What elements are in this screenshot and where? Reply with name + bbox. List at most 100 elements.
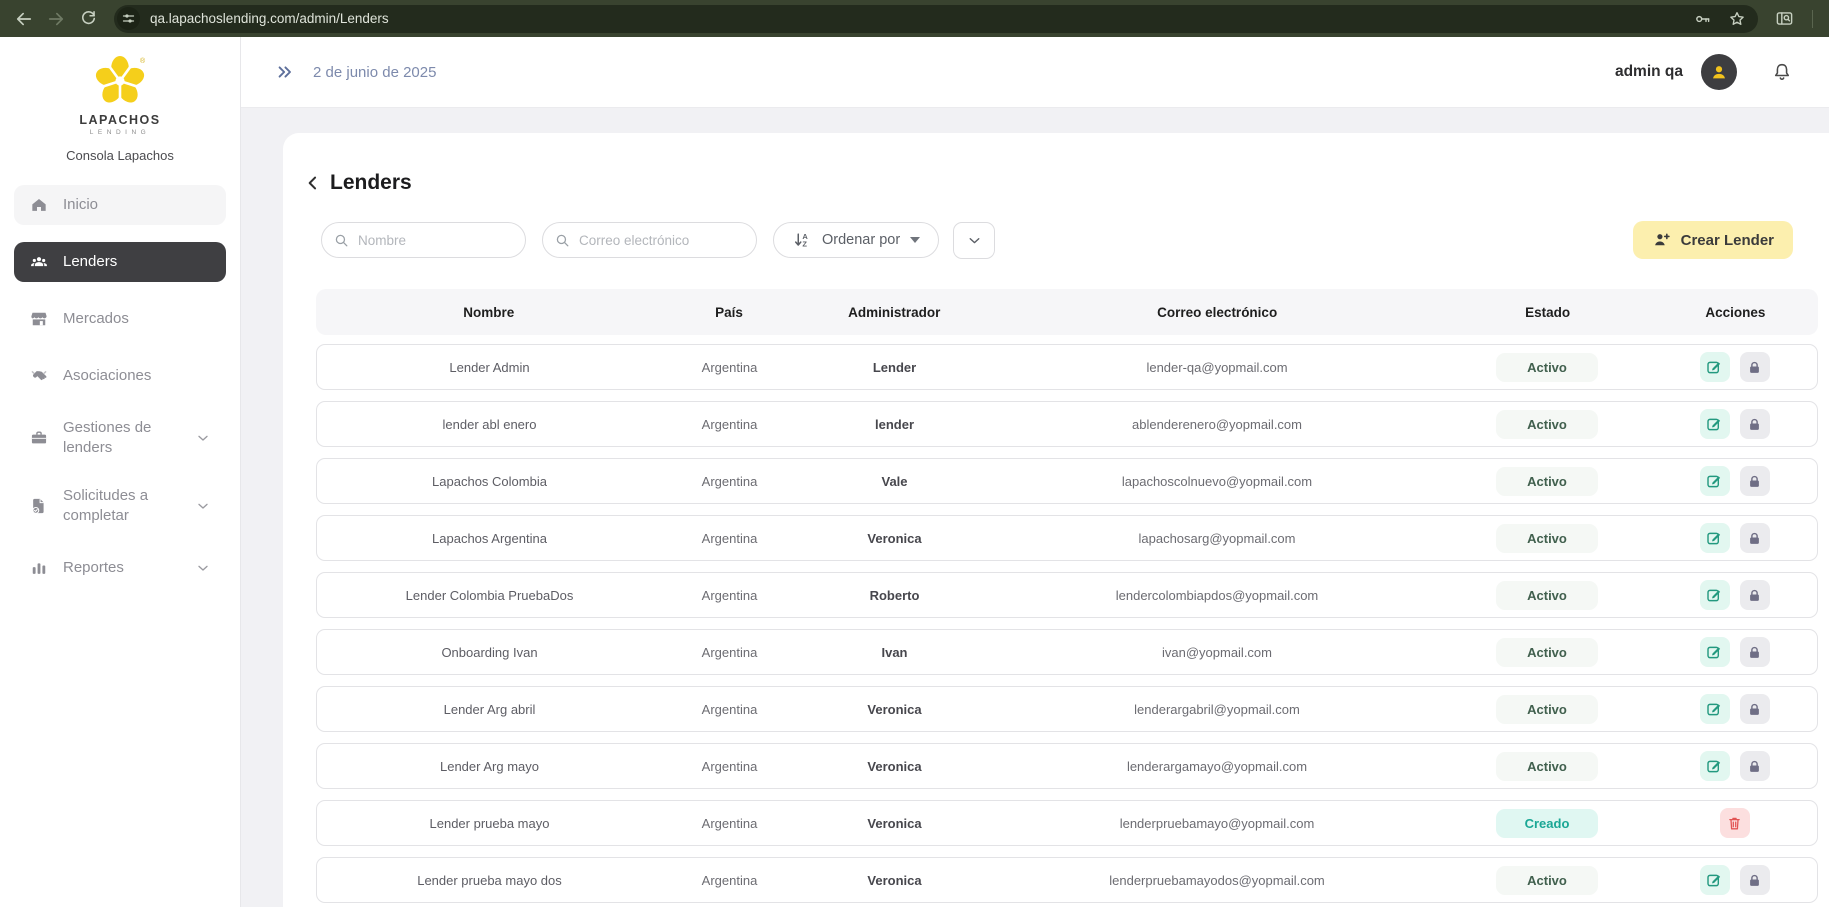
- actions-cell: [1652, 865, 1817, 895]
- column-header-nombre: Nombre: [316, 305, 661, 320]
- sidebar-item-label: Inicio: [63, 195, 211, 215]
- actions-cell: [1652, 523, 1817, 553]
- edit-button[interactable]: [1700, 523, 1730, 553]
- password-key-icon[interactable]: [1694, 10, 1712, 28]
- filters-row: AZ Ordenar por Crear Lender: [321, 221, 1793, 259]
- email-cell: lendercolombiapdos@yopmail.com: [992, 588, 1442, 603]
- actions-cell: [1652, 580, 1817, 610]
- sidebar-item-inicio[interactable]: Inicio: [14, 185, 226, 225]
- administrator-cell: Lender: [797, 360, 992, 375]
- lender-name-cell: Lapachos Colombia: [317, 474, 662, 489]
- lock-icon: [1746, 530, 1763, 547]
- lock-button[interactable]: [1740, 352, 1770, 382]
- sort-by-button[interactable]: AZ Ordenar por: [773, 222, 939, 258]
- bookmark-star-icon[interactable]: [1728, 10, 1746, 28]
- edit-button[interactable]: [1700, 637, 1730, 667]
- sidebar-item-solicitudes-a-completar[interactable]: Solicitudes a completar: [14, 481, 226, 532]
- lock-button[interactable]: [1740, 694, 1770, 724]
- sort-az-icon: AZ: [792, 230, 812, 250]
- country-cell: Argentina: [662, 759, 797, 774]
- chevron-down-icon: [195, 498, 211, 514]
- sidebar-item-asociaciones[interactable]: Asociaciones: [14, 356, 226, 396]
- user-name: admin qa: [1615, 63, 1683, 81]
- status-badge: Activo: [1496, 638, 1598, 667]
- lock-button[interactable]: [1740, 466, 1770, 496]
- actions-cell: [1652, 751, 1817, 781]
- side-panel-search-icon[interactable]: [1770, 5, 1798, 33]
- site-settings-icon[interactable]: [117, 7, 140, 30]
- name-search-input[interactable]: [321, 222, 526, 258]
- create-lender-button[interactable]: Crear Lender: [1633, 221, 1793, 259]
- edit-icon: [1705, 700, 1724, 719]
- email-search-input[interactable]: [542, 222, 757, 258]
- edit-button[interactable]: [1700, 409, 1730, 439]
- edit-button[interactable]: [1700, 865, 1730, 895]
- status-badge: Activo: [1496, 581, 1598, 610]
- lapachos-flower-icon: ®: [90, 51, 150, 111]
- users-icon: [29, 252, 49, 272]
- lock-button[interactable]: [1740, 580, 1770, 610]
- person-icon: [1708, 61, 1730, 83]
- table-row: Lapachos ArgentinaArgentinaVeronicalapac…: [316, 515, 1818, 561]
- back-chevron-icon[interactable]: [303, 173, 323, 193]
- status-badge: Creado: [1496, 809, 1598, 838]
- lender-name-cell: Lender Colombia PruebaDos: [317, 588, 662, 603]
- status-cell: Activo: [1442, 410, 1652, 439]
- status-cell: Activo: [1442, 866, 1652, 895]
- sidebar-item-lenders[interactable]: Lenders: [14, 242, 226, 282]
- caret-down-icon: [910, 237, 920, 243]
- lock-icon: [1746, 872, 1763, 889]
- table-row: Lender Arg abrilArgentinaVeronicalendera…: [316, 686, 1818, 732]
- forward-icon[interactable]: [42, 5, 70, 33]
- delete-button[interactable]: [1720, 808, 1750, 838]
- edit-icon: [1705, 757, 1724, 776]
- edit-icon: [1705, 358, 1724, 377]
- edit-button[interactable]: [1700, 466, 1730, 496]
- status-cell: Activo: [1442, 524, 1652, 553]
- country-cell: Argentina: [662, 360, 797, 375]
- person-plus-icon: [1652, 230, 1672, 250]
- sidebar-item-reportes[interactable]: Reportes: [14, 548, 226, 588]
- sidebar-collapse-icon[interactable]: [275, 62, 295, 82]
- back-icon[interactable]: [10, 5, 38, 33]
- edit-button[interactable]: [1700, 694, 1730, 724]
- status-badge: Activo: [1496, 353, 1598, 382]
- column-header-correo-electronico: Correo electrónico: [992, 305, 1443, 320]
- edit-icon: [1705, 472, 1724, 491]
- edit-icon: [1705, 586, 1724, 605]
- lock-button[interactable]: [1740, 523, 1770, 553]
- page-title: Lenders: [330, 171, 412, 195]
- sidebar-item-gestiones-de-lenders[interactable]: Gestiones de lenders: [14, 413, 226, 464]
- email-cell: lenderpruebamayodos@yopmail.com: [992, 873, 1442, 888]
- country-cell: Argentina: [662, 588, 797, 603]
- lock-icon: [1746, 701, 1763, 718]
- handshake-icon: [29, 366, 49, 386]
- lock-button[interactable]: [1740, 865, 1770, 895]
- status-badge: Activo: [1496, 524, 1598, 553]
- trash-icon: [1726, 815, 1743, 832]
- edit-button[interactable]: [1700, 352, 1730, 382]
- avatar[interactable]: [1701, 54, 1737, 90]
- email-cell: lenderargamayo@yopmail.com: [992, 759, 1442, 774]
- reload-icon[interactable]: [74, 5, 102, 33]
- app-header: 2 de junio de 2025 admin qa: [241, 37, 1829, 108]
- email-cell: lapachoscolnuevo@yopmail.com: [992, 474, 1442, 489]
- lock-button[interactable]: [1740, 409, 1770, 439]
- status-badge: Activo: [1496, 752, 1598, 781]
- lock-button[interactable]: [1740, 751, 1770, 781]
- email-cell: lenderpruebamayo@yopmail.com: [992, 816, 1442, 831]
- edit-button[interactable]: [1700, 751, 1730, 781]
- address-bar[interactable]: qa.lapachoslending.com/admin/Lenders: [114, 5, 1758, 33]
- edit-button[interactable]: [1700, 580, 1730, 610]
- sidebar-item-mercados[interactable]: Mercados: [14, 299, 226, 339]
- email-cell: lapachosarg@yopmail.com: [992, 531, 1442, 546]
- lock-button[interactable]: [1740, 637, 1770, 667]
- more-filters-button[interactable]: [953, 222, 995, 259]
- lender-name-cell: lender abl enero: [317, 417, 662, 432]
- notifications-bell-icon[interactable]: [1771, 61, 1793, 83]
- administrator-cell: lender: [797, 417, 992, 432]
- country-cell: Argentina: [662, 816, 797, 831]
- administrator-cell: Roberto: [797, 588, 992, 603]
- sidebar-nav: Inicio Lenders Mercados Asociaciones Gestion…: [0, 185, 240, 588]
- sidebar-item-label: Gestiones de lenders: [63, 418, 181, 459]
